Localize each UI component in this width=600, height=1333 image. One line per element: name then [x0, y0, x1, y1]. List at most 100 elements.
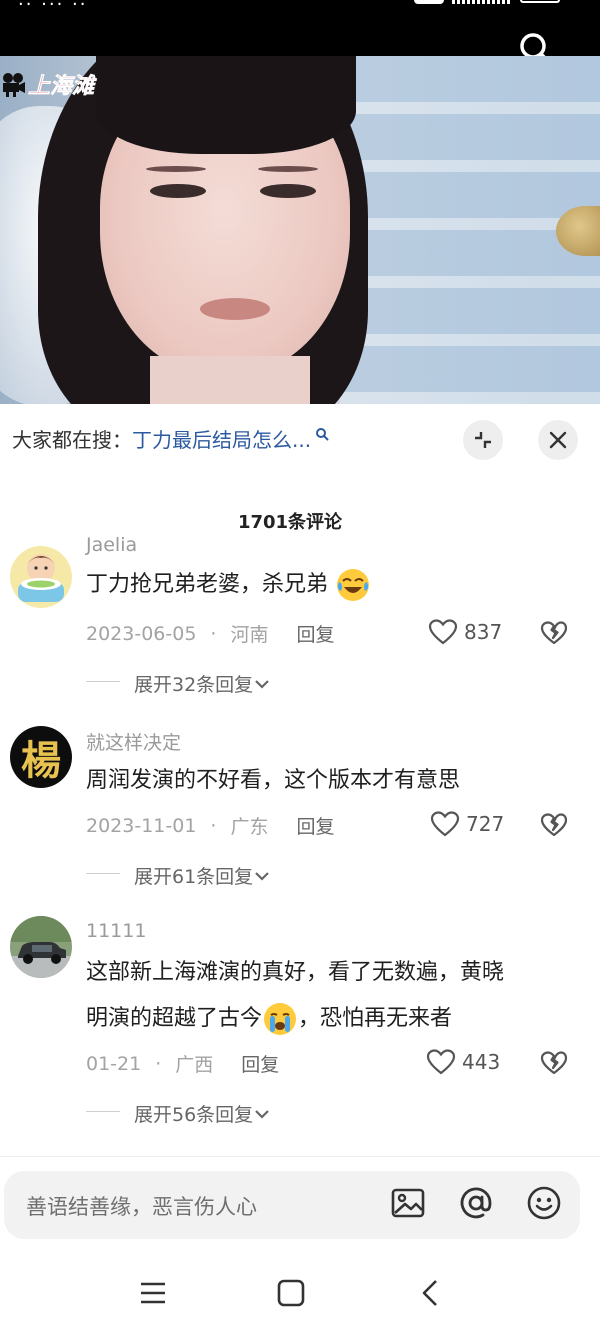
comment-text-line-1: 这部新上海滩演的真好，看了无数遍，黄晓: [86, 960, 505, 985]
expand-replies-button[interactable]: 展开56条回复: [86, 1100, 271, 1127]
notification-icon: [414, 0, 444, 4]
smiley-icon: [527, 1186, 561, 1220]
reply-button[interactable]: 回复: [241, 1050, 279, 1077]
status-time: ·· ··· ··: [18, 0, 88, 15]
chevron-down-icon: [255, 871, 269, 881]
system-nav-bar: [0, 1252, 600, 1333]
close-icon: [549, 431, 567, 449]
comment-location: 河南: [230, 624, 269, 646]
video-brow-right: [258, 166, 318, 172]
video-eye-left: [150, 184, 206, 198]
comment-username[interactable]: Jaelia: [86, 534, 137, 556]
reply-button[interactable]: 回复: [296, 812, 334, 839]
image-icon: [391, 1188, 425, 1218]
comment-meta: 2023-06-05 · 河南 回复: [86, 620, 335, 647]
video-player[interactable]: 上海滩: [0, 56, 600, 404]
comment-text-body: 丁力抢兄弟老婆，杀兄弟: [86, 572, 329, 597]
small-search-icon: [316, 427, 329, 440]
comment-username[interactable]: 就这样决定: [86, 728, 181, 755]
calligraphy-avatar: 楊: [10, 726, 72, 788]
comment-input-area: 善语结善缘，恶言伤人心: [0, 1156, 600, 1252]
chevron-left-icon: [422, 1280, 437, 1306]
meta-separator: ·: [210, 622, 217, 645]
collapse-arrows-icon: [475, 432, 491, 448]
image-button[interactable]: [390, 1185, 426, 1221]
dislike-button[interactable]: [540, 620, 568, 646]
hot-search-bar[interactable]: 大家都在搜： 丁力最后结局怎么...: [12, 424, 329, 453]
reply-button[interactable]: 回复: [296, 620, 334, 647]
broken-heart-icon: [540, 813, 568, 837]
crying-laughing-emoji-icon: [337, 569, 370, 601]
comment-item: Jaelia 丁力抢兄弟老婆，杀兄弟 2023-06-05 · 河南 回复 83…: [0, 534, 600, 698]
meta-separator: ·: [210, 814, 217, 837]
dislike-button[interactable]: [540, 812, 568, 838]
broken-heart-icon: [540, 621, 568, 645]
comment-text: 这部新上海滩演的真好，看了无数遍，黄晓 明演的超越了古今 ，恐怕再无来者: [86, 950, 576, 1042]
comment-text-line-2b: ，恐怕再无来者: [298, 1006, 453, 1031]
comment-input-placeholder: 善语结善缘，恶言伤人心: [26, 1195, 257, 1219]
expand-replies-label: 展开32条回复: [134, 674, 254, 696]
meta-separator: ·: [155, 1052, 162, 1075]
like-button[interactable]: 443: [426, 1048, 500, 1076]
hot-search-prefix: 大家都在搜：: [12, 428, 132, 452]
avatar[interactable]: [10, 546, 72, 608]
comment-meta: 2023-11-01 · 广东 回复: [86, 812, 335, 839]
chevron-down-icon: [255, 679, 269, 689]
fullscreen-toggle-button[interactable]: [463, 420, 503, 460]
video-brow-left: [146, 166, 206, 172]
film-camera-icon: [3, 73, 25, 97]
at-sign-icon: [460, 1187, 492, 1219]
comment-date: 2023-06-05: [86, 622, 197, 645]
crying-emoji-icon: [264, 1003, 297, 1035]
reply-divider-line: [86, 681, 120, 682]
avatar[interactable]: 楊: [10, 726, 72, 788]
home-button[interactable]: [274, 1276, 308, 1310]
channel-logo-text: 上海滩: [28, 73, 95, 100]
comment-location: 广西: [175, 1054, 214, 1076]
heart-icon: [428, 619, 458, 645]
heart-icon: [430, 811, 460, 837]
hot-search-query[interactable]: 丁力最后结局怎么...: [132, 424, 311, 453]
mention-button[interactable]: [458, 1185, 494, 1221]
emoji-button[interactable]: [526, 1185, 562, 1221]
top-bar: [0, 18, 600, 65]
expand-replies-label: 展开61条回复: [134, 866, 254, 888]
comment-meta: 01-21 · 广西 回复: [86, 1050, 279, 1077]
comment-text: 周润发演的不好看，这个版本才有意思: [86, 768, 461, 793]
comment-date: 01-21: [86, 1052, 142, 1075]
signal-icon: [452, 0, 512, 4]
comment-count-title: 1701条评论: [237, 512, 343, 533]
like-count: 837: [464, 620, 503, 644]
avatar-character: 楊: [21, 737, 61, 784]
like-count: 443: [462, 1050, 501, 1074]
heart-icon: [426, 1049, 456, 1075]
comment-location: 广东: [230, 816, 269, 838]
like-button[interactable]: 837: [428, 618, 502, 646]
expand-replies-button[interactable]: 展开32条回复: [86, 670, 271, 697]
expand-replies-button[interactable]: 展开61条回复: [86, 862, 271, 889]
reply-divider-line: [86, 1111, 120, 1112]
comment-text-line-2: 明演的超越了古今 ，恐怕再无来者: [86, 996, 576, 1042]
car-photo-avatar-icon: [10, 916, 72, 978]
comment-text: 丁力抢兄弟老婆，杀兄弟: [86, 562, 576, 608]
status-bar: ·· ··· ··: [0, 0, 600, 18]
video-subject-bangs: [96, 56, 356, 154]
recent-apps-button[interactable]: [136, 1276, 170, 1310]
close-comments-button[interactable]: [538, 420, 578, 460]
channel-logo: 上海滩: [0, 68, 94, 100]
video-eye-right: [260, 184, 316, 198]
reply-divider-line: [86, 873, 120, 874]
video-lips: [200, 298, 270, 320]
like-count: 727: [466, 812, 505, 836]
avatar[interactable]: [10, 916, 72, 978]
comment-username[interactable]: 11111: [86, 920, 146, 942]
dislike-button[interactable]: [540, 1050, 568, 1076]
comment-input[interactable]: 善语结善缘，恶言伤人心: [4, 1171, 580, 1239]
like-button[interactable]: 727: [430, 810, 504, 838]
back-button[interactable]: [414, 1276, 448, 1310]
battery-icon: [520, 0, 560, 3]
comment-item: 楊 就这样决定 周润发演的不好看，这个版本才有意思 2023-11-01 · 广…: [0, 722, 600, 892]
comment-text-line-2a: 明演的超越了古今: [86, 1006, 263, 1031]
menu-icon: [141, 1282, 165, 1304]
video-neck: [150, 356, 310, 404]
